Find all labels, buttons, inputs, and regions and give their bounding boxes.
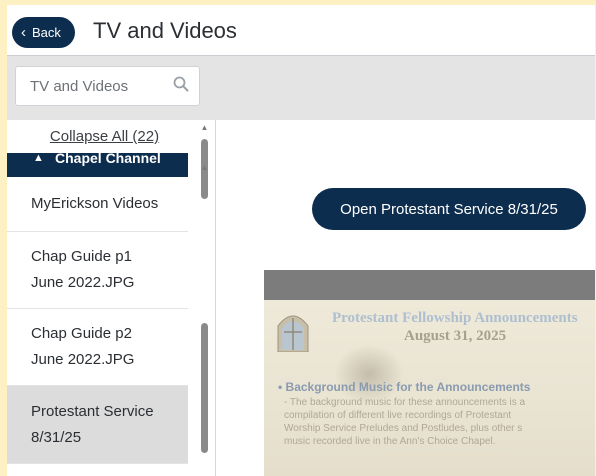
preview-line: Worship Service Preludes and Postludes, …: [284, 423, 523, 434]
sidebar-item-label-line2: June 2022.JPG: [31, 351, 135, 368]
preview-header-bar: [264, 270, 595, 300]
video-preview[interactable]: Protestant Fellowship Announcements Augu…: [264, 270, 595, 476]
sidebar-item-label: Protestant Service 8/31/25: [31, 399, 154, 451]
preview-line: music recorded live in the Ann's Choice …: [284, 436, 496, 447]
search-icon[interactable]: [173, 76, 189, 97]
back-button[interactable]: ‹ Back: [12, 17, 75, 48]
sidebar-item-myerickson-videos[interactable]: MyErickson Videos: [7, 177, 188, 232]
sidebar-item-label: Chap Guide p1 June 2022.JPG: [31, 244, 134, 296]
section-header-chapel-channel[interactable]: ▲ Chapel Channel: [7, 153, 188, 177]
sidebar-item-label-line1: Protestant Service: [31, 402, 154, 420]
sidebar-item-protestant-service[interactable]: Protestant Service 8/31/25: [7, 386, 188, 464]
preview-background-image: [334, 344, 404, 404]
collapse-all-link[interactable]: Collapse All (22): [7, 120, 202, 153]
sidebar-item-chap-guide-p1[interactable]: Chap Guide p1 June 2022.JPG: [7, 232, 188, 309]
preview-title: Protestant Fellowship Announcements: [332, 310, 578, 326]
scroll-up-arrow-icon[interactable]: ▲: [200, 123, 209, 132]
preview-line: - The background music for these announc…: [284, 397, 526, 408]
stained-glass-window-icon: [277, 315, 309, 352]
preview-paragraph: - The background music for these announc…: [284, 396, 595, 448]
preview-date: August 31, 2025: [404, 328, 507, 344]
main-content: Open Protestant Service 8/31/25 Protesta…: [216, 120, 595, 476]
sidebar-item-chap-guide-p2[interactable]: Chap Guide p2 June 2022.JPG: [7, 309, 188, 386]
preview-line: compilation of different live recordings…: [284, 410, 512, 421]
sidebar: Collapse All (22) ▲ Chapel Channel MyEri…: [7, 120, 216, 476]
search-strip: [7, 56, 595, 120]
search-box[interactable]: [15, 66, 200, 106]
sidebar-item-label-line2: June 2022.JPG: [31, 274, 135, 291]
preview-subheading: • Background Music for the Announcements: [278, 380, 531, 394]
chevron-left-icon: ‹: [21, 24, 26, 41]
back-button-label: Back: [32, 25, 61, 40]
preview-document: Protestant Fellowship Announcements Augu…: [264, 300, 595, 476]
sidebar-item-label: MyErickson Videos: [31, 195, 159, 212]
sidebar-item-label-line1: Chap Guide p2: [31, 325, 132, 342]
sidebar-scrollbar[interactable]: ▲ ▲: [200, 123, 209, 473]
open-video-button[interactable]: Open Protestant Service 8/31/25: [312, 188, 586, 230]
scrollbar-thumb[interactable]: [201, 323, 208, 453]
search-input[interactable]: [28, 76, 173, 96]
app-window: ‹ Back TV and Videos Collapse All (22) ▲…: [7, 5, 595, 476]
triangle-up-icon: ▲: [33, 153, 44, 164]
sidebar-item-label-line2: 8/31/25: [31, 428, 82, 446]
sidebar-item-label: Chap Guide p2 June 2022.JPG: [31, 321, 134, 373]
top-bar: ‹ Back TV and Videos: [7, 5, 595, 56]
sidebar-item-label-line1: Chap Guide p1: [31, 248, 132, 265]
section-header-label: Chapel Channel: [55, 153, 161, 166]
scroll-up-arrow-icon-secondary[interactable]: ▲: [200, 163, 209, 172]
page-title: TV and Videos: [93, 18, 237, 43]
